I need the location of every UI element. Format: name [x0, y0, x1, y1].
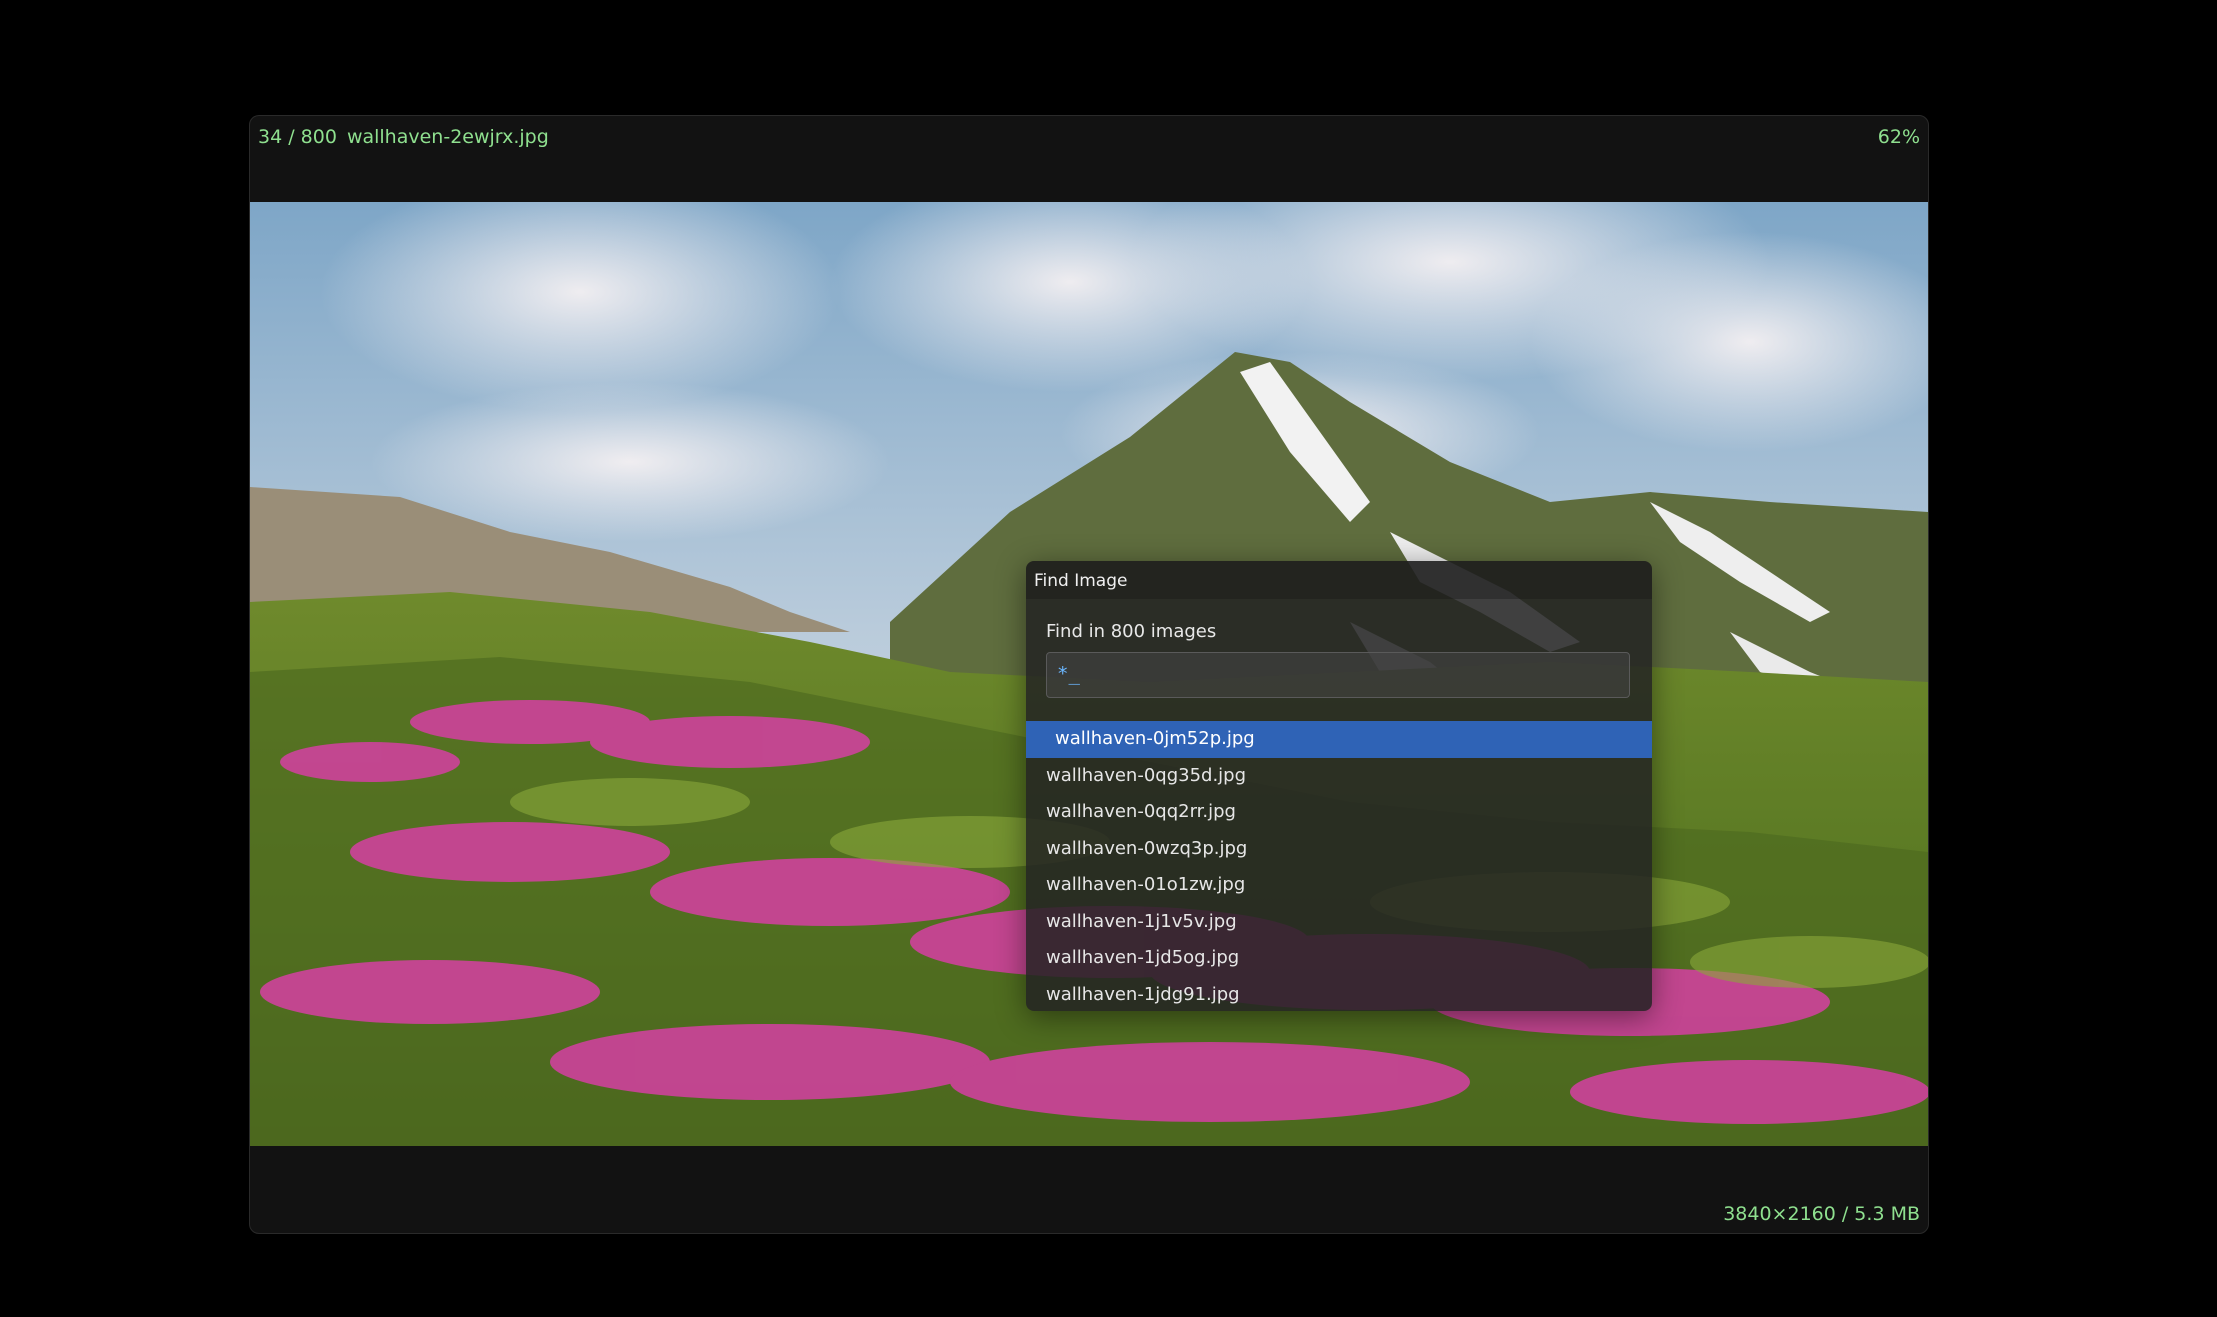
- image-filename: wallhaven-2ewjrx.jpg: [346, 126, 549, 148]
- result-item[interactable]: wallhaven-01o1zw.jpg: [1026, 867, 1652, 904]
- result-item[interactable]: wallhaven-1jdg91.jpg: [1026, 977, 1652, 1012]
- result-item[interactable]: wallhaven-0qg35d.jpg: [1026, 758, 1652, 795]
- results-list[interactable]: wallhaven-0jm52p.jpg wallhaven-0qg35d.jp…: [1026, 721, 1652, 1011]
- search-input[interactable]: *_: [1046, 652, 1630, 698]
- image-dimensions-and-size: 3840×2160 / 5.3 MB: [1723, 1203, 1920, 1225]
- find-image-dialog[interactable]: Find Image Find in 800 images *_ wallhav…: [1026, 561, 1652, 1011]
- zoom-level: 62%: [1877, 126, 1920, 148]
- image-index-and-filename: 34 / 800 wallhaven-2ewjrx.jpg: [258, 126, 549, 148]
- result-item[interactable]: wallhaven-0wzq3p.jpg: [1026, 831, 1652, 868]
- image-viewer[interactable]: 34 / 800 wallhaven-2ewjrx.jpg 62% 3840×2…: [249, 115, 1929, 1234]
- search-query-text: *_: [1057, 663, 1080, 685]
- image-position: 34 / 800: [258, 126, 337, 148]
- result-item-selected[interactable]: wallhaven-0jm52p.jpg: [1026, 721, 1652, 758]
- result-item[interactable]: wallhaven-0qq2rr.jpg: [1026, 794, 1652, 831]
- find-label: Find in 800 images: [1046, 621, 1217, 642]
- dialog-title: Find Image: [1034, 571, 1128, 591]
- result-item[interactable]: wallhaven-1j1v5v.jpg: [1026, 904, 1652, 941]
- result-item[interactable]: wallhaven-1jd5og.jpg: [1026, 940, 1652, 977]
